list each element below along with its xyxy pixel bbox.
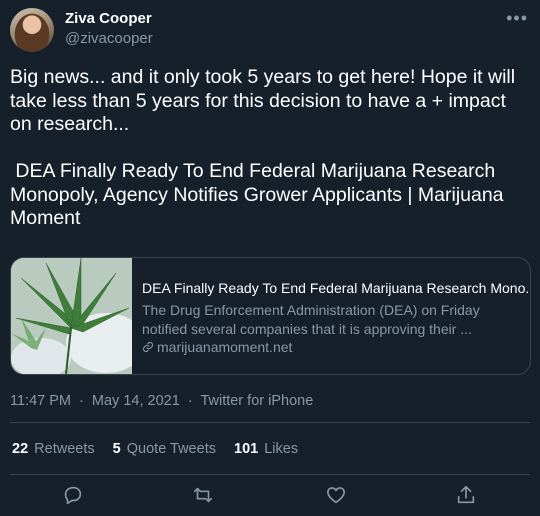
author-name[interactable]: Ziva Cooper: [65, 10, 152, 27]
tweet: Ziva Cooper @zivacooper ••• Big news... …: [0, 0, 540, 516]
retweet-icon[interactable]: [192, 484, 214, 506]
card-title: DEA Finally Ready To End Federal Marijua…: [142, 280, 531, 296]
meta-separator: ·: [187, 393, 193, 409]
divider: [10, 474, 530, 475]
tweet-stats: 22 Retweets 5 Quote Tweets 101 Likes: [12, 441, 312, 457]
meta-separator: ·: [79, 393, 84, 409]
retweets-stat[interactable]: 22 Retweets: [12, 441, 95, 457]
like-icon[interactable]: [325, 484, 347, 506]
share-icon[interactable]: [455, 484, 477, 506]
tweet-header: Ziva Cooper @zivacooper •••: [10, 8, 530, 52]
more-icon[interactable]: •••: [506, 8, 528, 29]
tweet-date[interactable]: May 14, 2021: [92, 393, 180, 409]
quote-tweets-stat[interactable]: 5 Quote Tweets: [113, 441, 216, 457]
tweet-meta: 11:47 PM · May 14, 2021 · Twitter for iP…: [10, 393, 317, 409]
likes-stat[interactable]: 101 Likes: [234, 441, 298, 457]
author-handle[interactable]: @zivacooper: [65, 30, 153, 47]
tweet-time[interactable]: 11:47 PM: [10, 393, 71, 409]
tweet-text: Big news... and it only took 5 years to …: [10, 66, 516, 229]
reply-icon[interactable]: [62, 484, 84, 506]
card-thumbnail: [11, 258, 132, 374]
card-domain-text: marijuanamoment.net: [157, 339, 293, 355]
link-icon: [142, 339, 154, 355]
card-description: The Drug Enforcement Administration (DEA…: [142, 302, 480, 337]
divider: [10, 422, 530, 423]
avatar[interactable]: [10, 8, 54, 52]
action-bar: [0, 484, 540, 506]
card-domain: marijuanamoment.net: [142, 339, 292, 355]
tweet-source[interactable]: Twitter for iPhone: [200, 393, 313, 409]
link-card[interactable]: DEA Finally Ready To End Federal Marijua…: [10, 257, 531, 375]
